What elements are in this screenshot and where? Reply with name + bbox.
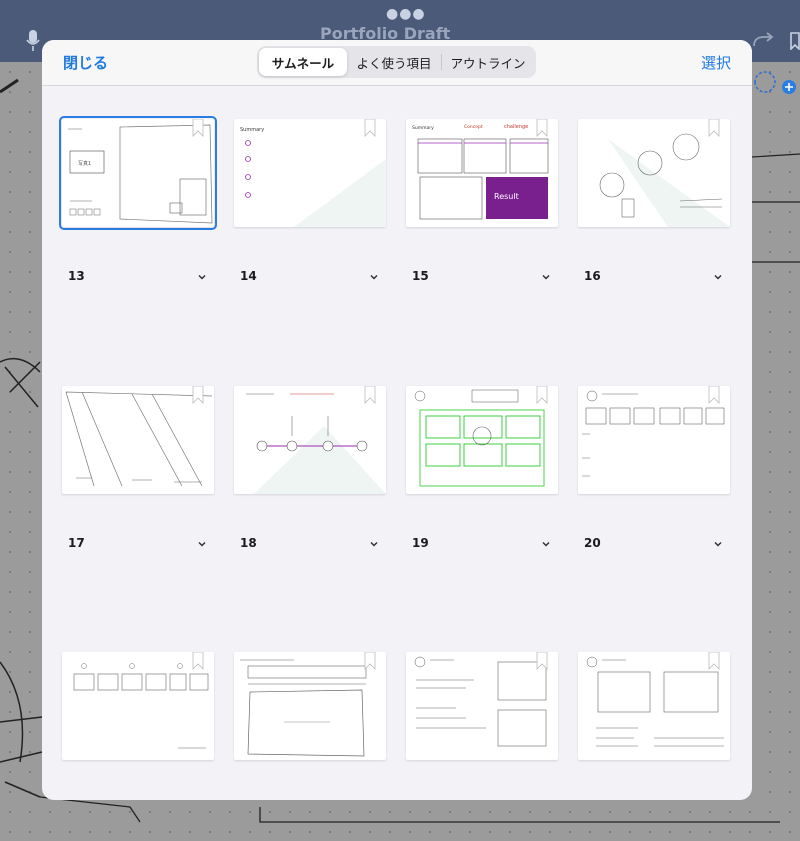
page-number: 19 — [412, 536, 429, 550]
bookmark-icon — [790, 32, 800, 50]
close-button[interactable]: 閉じる — [63, 52, 108, 73]
page-number: 14 — [240, 269, 257, 283]
bookmark-icon[interactable] — [192, 652, 204, 670]
page-meta: 15 — [406, 269, 558, 289]
tab-thumbnails[interactable]: サムネール — [259, 48, 347, 76]
svg-text:Summary: Summary — [240, 127, 264, 133]
page-thumbnail[interactable] — [578, 652, 730, 760]
bookmark-icon[interactable] — [192, 119, 204, 137]
page-number: 17 — [68, 536, 85, 550]
page-meta: 18 — [234, 536, 386, 556]
page-navigator-sheet: 閉じる サムネール よく使う項目 アウトライン 選択 写真1 13 Summar… — [42, 40, 752, 800]
page-meta: 13 — [62, 269, 214, 289]
page-number: 16 — [584, 269, 601, 283]
svg-text:Summary: Summary — [412, 125, 434, 131]
chevron-down-icon[interactable] — [712, 271, 724, 283]
svg-text:challenge: challenge — [504, 124, 528, 130]
page-thumbnail[interactable] — [578, 119, 730, 227]
page-thumbnail[interactable] — [62, 386, 214, 494]
bookmark-icon[interactable] — [708, 386, 720, 404]
bookmark-icon[interactable] — [536, 386, 548, 404]
chevron-down-icon[interactable] — [368, 538, 380, 550]
page-meta: 17 — [62, 536, 214, 556]
page-thumbnail[interactable]: Summary Concept challenge Result — [406, 119, 558, 227]
tab-favorites[interactable]: よく使う項目 — [347, 48, 441, 76]
select-button[interactable]: 選択 — [701, 52, 731, 73]
page-number: 20 — [584, 536, 601, 550]
svg-text:写真1: 写真1 — [78, 160, 91, 167]
sheet-header: 閉じる サムネール よく使う項目 アウトライン 選択 — [42, 40, 752, 86]
thumbnail-grid: 写真1 13 Summary 14 Summary Concept challe… — [42, 86, 752, 800]
page-meta: 19 — [406, 536, 558, 556]
bookmark-icon[interactable] — [364, 652, 376, 670]
page-thumbnail[interactable]: 写真1 — [59, 116, 217, 230]
svg-text:Result: Result — [494, 192, 519, 201]
bookmark-icon[interactable] — [364, 386, 376, 404]
bookmark-icon[interactable] — [708, 652, 720, 670]
page-number: 13 — [68, 269, 85, 283]
chevron-down-icon[interactable] — [540, 538, 552, 550]
page-meta: 14 — [234, 269, 386, 289]
page-number: 15 — [412, 269, 429, 283]
page-thumbnail[interactable] — [578, 386, 730, 494]
svg-text:Concept: Concept — [464, 124, 483, 130]
page-meta: 16 — [578, 269, 730, 289]
chevron-down-icon[interactable] — [712, 538, 724, 550]
chevron-down-icon[interactable] — [196, 271, 208, 283]
page-thumbnail[interactable] — [234, 652, 386, 760]
page-thumbnail[interactable] — [406, 386, 558, 494]
microphone-icon — [26, 30, 40, 52]
page-meta: 20 — [578, 536, 730, 556]
page-thumbnail[interactable] — [62, 652, 214, 760]
chevron-down-icon[interactable] — [196, 538, 208, 550]
bookmark-icon[interactable] — [536, 652, 548, 670]
bookmark-icon[interactable] — [364, 119, 376, 137]
page-number: 18 — [240, 536, 257, 550]
tab-outline[interactable]: アウトライン — [442, 48, 534, 76]
redo-icon — [752, 32, 774, 48]
page-thumbnail[interactable] — [234, 386, 386, 494]
page-thumbnail[interactable] — [406, 652, 558, 760]
bookmark-icon[interactable] — [192, 386, 204, 404]
chevron-down-icon[interactable] — [540, 271, 552, 283]
view-mode-segmented-control: サムネール よく使う項目 アウトライン — [257, 46, 536, 78]
bookmark-icon[interactable] — [536, 119, 548, 137]
bookmark-icon[interactable] — [708, 119, 720, 137]
chevron-down-icon[interactable] — [368, 271, 380, 283]
more-dots-icon: ●●● — [386, 6, 426, 22]
page-thumbnail[interactable]: Summary — [234, 119, 386, 227]
